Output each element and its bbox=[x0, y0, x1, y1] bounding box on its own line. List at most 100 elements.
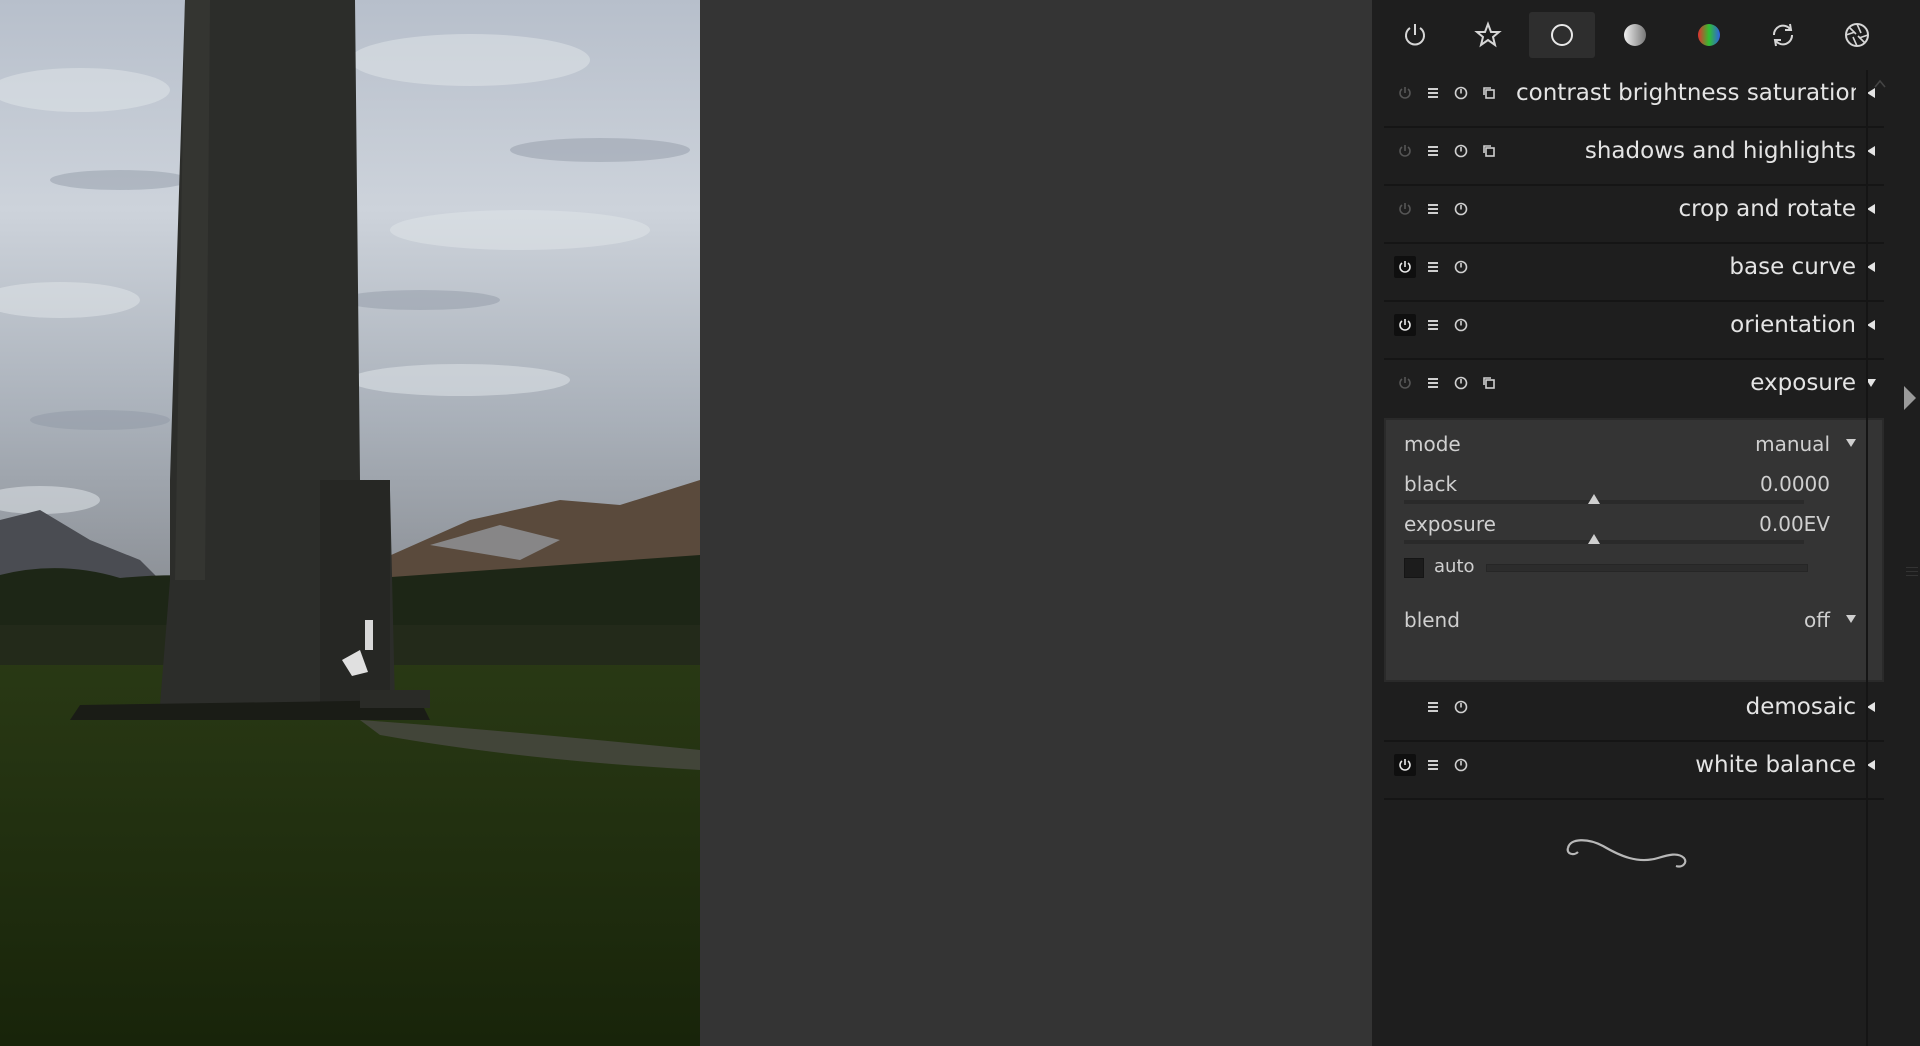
power-icon bbox=[1405, 24, 1425, 46]
module-reset-button[interactable] bbox=[1450, 314, 1472, 336]
reset-icon bbox=[1454, 86, 1468, 100]
right-panel: contrast brightness saturation shadows a… bbox=[1372, 0, 1920, 1046]
star-icon bbox=[1474, 21, 1502, 48]
power-icon bbox=[1399, 203, 1411, 215]
module-presets-button[interactable] bbox=[1422, 198, 1444, 220]
black-label: black bbox=[1404, 472, 1458, 496]
scroll-up-icon[interactable] bbox=[1872, 76, 1888, 92]
module-name: shadows and highlights bbox=[1584, 138, 1856, 164]
module-reset-button[interactable] bbox=[1450, 198, 1472, 220]
menu-icon bbox=[1428, 204, 1438, 214]
module-reset-button[interactable] bbox=[1450, 372, 1472, 394]
panel-collapse-arrow-icon[interactable] bbox=[1900, 380, 1918, 416]
menu-icon bbox=[1428, 760, 1438, 770]
panel-scrollbar-track[interactable] bbox=[1866, 70, 1868, 1046]
photo-image bbox=[0, 0, 700, 1046]
power-icon bbox=[1399, 261, 1411, 273]
module-power-button[interactable] bbox=[1394, 256, 1416, 278]
module-name: crop and rotate bbox=[1678, 196, 1856, 222]
module-reset-button[interactable] bbox=[1450, 754, 1472, 776]
module-reset-button[interactable] bbox=[1450, 140, 1472, 162]
module-power-button[interactable] bbox=[1394, 754, 1416, 776]
power-icon bbox=[1399, 759, 1411, 771]
black-slider[interactable] bbox=[1404, 500, 1804, 504]
module-reset-button[interactable] bbox=[1450, 696, 1472, 718]
blend-label: blend bbox=[1404, 608, 1460, 632]
tab-color-group[interactable] bbox=[1676, 12, 1742, 58]
chevron-down-icon[interactable] bbox=[1844, 436, 1858, 450]
module-exposure[interactable]: exposure bbox=[1384, 360, 1884, 416]
mode-dropdown[interactable]: manual bbox=[1755, 432, 1830, 456]
module-reset-button[interactable] bbox=[1450, 82, 1472, 104]
module-name: base curve bbox=[1729, 254, 1856, 280]
tab-tone-group[interactable] bbox=[1602, 12, 1668, 58]
module-crop-and-rotate[interactable]: crop and rotate bbox=[1384, 186, 1884, 244]
exposure-module-body: mode manual black 0.0000 exposure 0.00EV… bbox=[1384, 418, 1884, 682]
reset-icon bbox=[1454, 202, 1468, 216]
chevron-down-icon[interactable] bbox=[1844, 612, 1858, 626]
auto-checkbox[interactable] bbox=[1404, 558, 1424, 578]
exposure-value[interactable]: 0.00EV bbox=[1759, 512, 1830, 536]
module-presets-button[interactable] bbox=[1422, 140, 1444, 162]
module-base-curve[interactable]: base curve bbox=[1384, 244, 1884, 302]
exposure-slider[interactable] bbox=[1404, 540, 1804, 544]
power-icon bbox=[1399, 145, 1411, 157]
module-duplicate-button[interactable] bbox=[1478, 372, 1500, 394]
menu-icon bbox=[1428, 378, 1438, 388]
resize-grip-icon[interactable] bbox=[1906, 566, 1918, 576]
module-name: orientation bbox=[1730, 312, 1856, 338]
module-orientation[interactable]: orientation bbox=[1384, 302, 1884, 360]
panel-end-ornament bbox=[1566, 839, 1687, 868]
module-power-button[interactable] bbox=[1394, 372, 1416, 394]
menu-icon bbox=[1428, 88, 1438, 98]
module-power-placeholder bbox=[1394, 696, 1416, 718]
mode-label: mode bbox=[1404, 432, 1461, 456]
module-presets-button[interactable] bbox=[1422, 372, 1444, 394]
module-presets-button[interactable] bbox=[1422, 314, 1444, 336]
module-name: white balance bbox=[1695, 752, 1856, 778]
reset-icon bbox=[1454, 758, 1468, 772]
blend-dropdown[interactable]: off bbox=[1804, 608, 1830, 632]
tab-basic-group[interactable] bbox=[1529, 12, 1595, 58]
module-presets-button[interactable] bbox=[1422, 696, 1444, 718]
module-name: exposure bbox=[1750, 370, 1856, 396]
photo-canvas[interactable] bbox=[0, 0, 700, 1046]
color-circle-icon bbox=[1698, 24, 1720, 46]
module-duplicate-button[interactable] bbox=[1478, 140, 1500, 162]
reset-icon bbox=[1454, 260, 1468, 274]
tab-favorites[interactable] bbox=[1455, 12, 1521, 58]
auto-percentile-slider[interactable] bbox=[1486, 564, 1808, 572]
module-name: contrast brightness saturation bbox=[1516, 80, 1856, 106]
center-canvas-area bbox=[700, 0, 1372, 1046]
exposure-slider-marker[interactable] bbox=[1588, 534, 1600, 544]
duplicate-icon bbox=[1483, 145, 1495, 157]
module-demosaic[interactable]: demosaic bbox=[1384, 684, 1884, 742]
module-power-button[interactable] bbox=[1394, 314, 1416, 336]
reset-icon bbox=[1454, 318, 1468, 332]
tab-correct-group[interactable] bbox=[1750, 12, 1816, 58]
tab-active-modules[interactable] bbox=[1382, 12, 1448, 58]
module-shadows-and-highlights[interactable]: shadows and highlights bbox=[1384, 128, 1884, 186]
module-reset-button[interactable] bbox=[1450, 256, 1472, 278]
module-contrast-brightness-saturation[interactable]: contrast brightness saturation bbox=[1384, 70, 1884, 128]
tab-effects-group[interactable] bbox=[1824, 12, 1890, 58]
tone-circle-icon bbox=[1624, 24, 1646, 46]
black-value[interactable]: 0.0000 bbox=[1760, 472, 1830, 496]
auto-label: auto bbox=[1434, 556, 1475, 577]
module-duplicate-button[interactable] bbox=[1478, 82, 1500, 104]
module-power-button[interactable] bbox=[1394, 198, 1416, 220]
module-presets-button[interactable] bbox=[1422, 256, 1444, 278]
effects-aperture-icon bbox=[1845, 23, 1869, 47]
basic-circle-icon bbox=[1551, 24, 1573, 46]
module-power-button[interactable] bbox=[1394, 82, 1416, 104]
module-presets-button[interactable] bbox=[1422, 82, 1444, 104]
module-list: contrast brightness saturation shadows a… bbox=[1384, 70, 1884, 800]
module-white-balance[interactable]: white balance bbox=[1384, 742, 1884, 800]
reset-icon bbox=[1454, 700, 1468, 714]
black-slider-marker[interactable] bbox=[1588, 494, 1600, 504]
duplicate-icon bbox=[1483, 87, 1495, 99]
reset-icon bbox=[1454, 144, 1468, 158]
module-name: demosaic bbox=[1745, 694, 1856, 720]
module-power-button[interactable] bbox=[1394, 140, 1416, 162]
module-presets-button[interactable] bbox=[1422, 754, 1444, 776]
